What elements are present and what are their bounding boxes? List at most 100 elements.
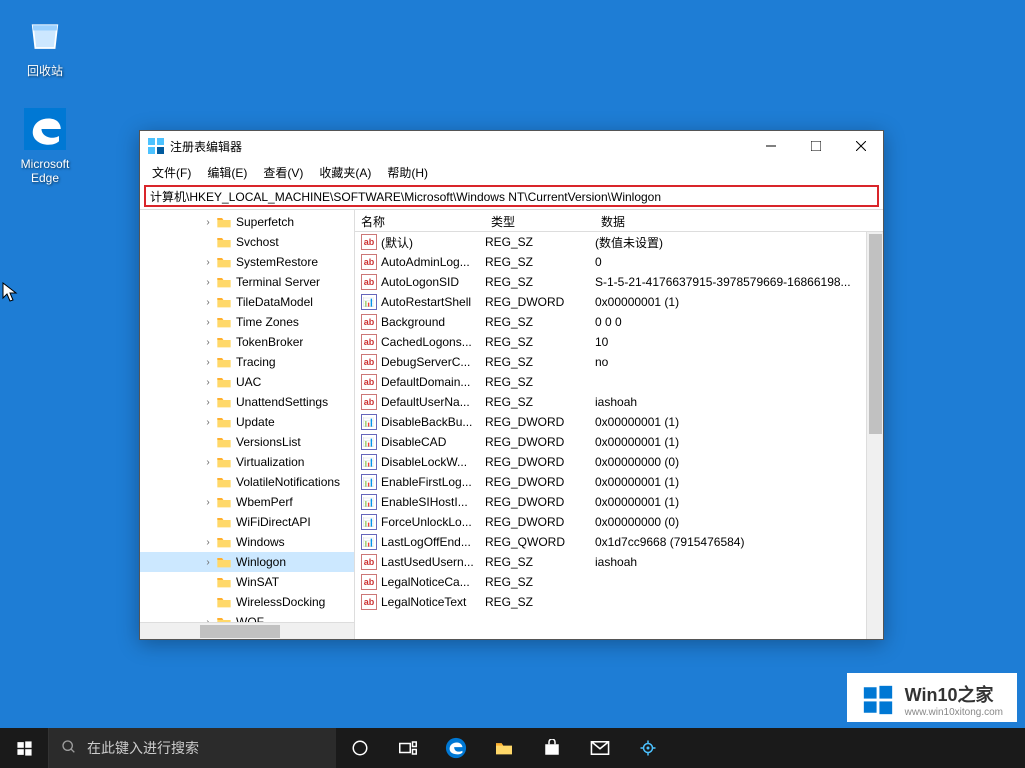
- value-row[interactable]: EnableSIHostI...REG_DWORD0x00000001 (1): [355, 492, 883, 512]
- taskbar-mail[interactable]: [576, 728, 624, 768]
- start-button[interactable]: [0, 728, 48, 768]
- menu-help[interactable]: 帮助(H): [379, 162, 436, 183]
- values-v-scrollbar[interactable]: [866, 232, 883, 639]
- value-row[interactable]: (默认)REG_SZ(数值未设置): [355, 232, 883, 252]
- value-row[interactable]: AutoLogonSIDREG_SZS-1-5-21-4176637915-39…: [355, 272, 883, 292]
- value-name: AutoLogonSID: [381, 275, 485, 289]
- value-type-icon: [361, 374, 377, 390]
- title-bar[interactable]: 注册表编辑器: [140, 131, 883, 161]
- expander-icon[interactable]: ›: [202, 457, 214, 468]
- taskbar-store[interactable]: [528, 728, 576, 768]
- task-view-button[interactable]: [384, 728, 432, 768]
- tree-node-superfetch[interactable]: ›Superfetch: [140, 212, 354, 232]
- tree-node-versionslist[interactable]: VersionsList: [140, 432, 354, 452]
- value-row[interactable]: DisableBackBu...REG_DWORD0x00000001 (1): [355, 412, 883, 432]
- tree-node-volatilenotifications[interactable]: VolatileNotifications: [140, 472, 354, 492]
- desktop[interactable]: 回收站 Microsoft Edge 注册表编辑器 文件(F) 编辑(E) 查看…: [0, 0, 1025, 768]
- expander-icon[interactable]: ›: [202, 377, 214, 388]
- folder-icon: [216, 395, 232, 409]
- expander-icon[interactable]: ›: [202, 297, 214, 308]
- address-bar[interactable]: 计算机\HKEY_LOCAL_MACHINE\SOFTWARE\Microsof…: [144, 185, 879, 207]
- menu-file[interactable]: 文件(F): [144, 162, 199, 183]
- value-row[interactable]: DefaultUserNa...REG_SZiashoah: [355, 392, 883, 412]
- tree-node-winsat[interactable]: WinSAT: [140, 572, 354, 592]
- tree-node-wirelessdocking[interactable]: WirelessDocking: [140, 592, 354, 612]
- folder-icon: [216, 215, 232, 229]
- expander-icon[interactable]: ›: [202, 557, 214, 568]
- menu-view[interactable]: 查看(V): [255, 162, 311, 183]
- taskbar-edge[interactable]: [432, 728, 480, 768]
- taskbar-explorer[interactable]: [480, 728, 528, 768]
- close-button[interactable]: [838, 131, 883, 161]
- taskbar-search[interactable]: 在此键入进行搜索: [48, 728, 336, 768]
- tree-node-label: Terminal Server: [236, 275, 320, 289]
- expander-icon[interactable]: ›: [202, 397, 214, 408]
- value-row[interactable]: CachedLogons...REG_SZ10: [355, 332, 883, 352]
- expander-icon[interactable]: ›: [202, 317, 214, 328]
- value-type: REG_DWORD: [485, 515, 595, 529]
- value-row[interactable]: DebugServerC...REG_SZno: [355, 352, 883, 372]
- value-row[interactable]: AutoAdminLog...REG_SZ0: [355, 252, 883, 272]
- col-type[interactable]: 类型: [485, 210, 595, 231]
- value-row[interactable]: EnableFirstLog...REG_DWORD0x00000001 (1): [355, 472, 883, 492]
- recycle-bin-icon[interactable]: 回收站: [8, 10, 82, 79]
- value-type-icon: [361, 494, 377, 510]
- tree-h-scrollbar[interactable]: [140, 622, 354, 639]
- values-pane[interactable]: 名称 类型 数据 (默认)REG_SZ(数值未设置)AutoAdminLog..…: [355, 210, 883, 639]
- tree-node-uac[interactable]: ›UAC: [140, 372, 354, 392]
- expander-icon[interactable]: ›: [202, 357, 214, 368]
- folder-icon: [216, 435, 232, 449]
- watermark-url: www.win10xitong.com: [905, 707, 1003, 718]
- value-row[interactable]: ForceUnlockLo...REG_DWORD0x00000000 (0): [355, 512, 883, 532]
- value-data: 0x00000000 (0): [595, 455, 883, 469]
- tree-node-systemrestore[interactable]: ›SystemRestore: [140, 252, 354, 272]
- value-row[interactable]: DisableCADREG_DWORD0x00000001 (1): [355, 432, 883, 452]
- value-row[interactable]: DefaultDomain...REG_SZ: [355, 372, 883, 392]
- tree-node-terminal server[interactable]: › Terminal Server: [140, 272, 354, 292]
- menu-favorites[interactable]: 收藏夹(A): [311, 162, 379, 183]
- cortana-button[interactable]: [336, 728, 384, 768]
- tree-node-update[interactable]: ›Update: [140, 412, 354, 432]
- value-row[interactable]: BackgroundREG_SZ0 0 0: [355, 312, 883, 332]
- taskbar-app[interactable]: [624, 728, 672, 768]
- col-data[interactable]: 数据: [595, 210, 883, 231]
- expander-icon[interactable]: ›: [202, 217, 214, 228]
- tree-pane[interactable]: ›SuperfetchSvchost›SystemRestore›Termina…: [140, 210, 355, 639]
- value-name: (默认): [381, 234, 485, 251]
- expander-icon[interactable]: ›: [202, 277, 214, 288]
- folder-icon: [216, 375, 232, 389]
- tree-node-tiledatamodel[interactable]: ›TileDataModel: [140, 292, 354, 312]
- tree-node-tokenbroker[interactable]: ›TokenBroker: [140, 332, 354, 352]
- menu-edit[interactable]: 编辑(E): [199, 162, 255, 183]
- tree-node-svchost[interactable]: Svchost: [140, 232, 354, 252]
- minimize-button[interactable]: [748, 131, 793, 161]
- value-type: REG_SZ: [485, 355, 595, 369]
- tree-node-wbemperf[interactable]: ›WbemPerf: [140, 492, 354, 512]
- tree-node-tracing[interactable]: ›Tracing: [140, 352, 354, 372]
- tree-node-label: Windows: [236, 535, 285, 549]
- tree-node-winlogon[interactable]: ›Winlogon: [140, 552, 354, 572]
- value-row[interactable]: LastLogOffEnd...REG_QWORD0x1d7cc9668 (79…: [355, 532, 883, 552]
- expander-icon[interactable]: ›: [202, 257, 214, 268]
- tree-node-virtualization[interactable]: ›Virtualization: [140, 452, 354, 472]
- maximize-button[interactable]: [793, 131, 838, 161]
- value-row[interactable]: DisableLockW...REG_DWORD0x00000000 (0): [355, 452, 883, 472]
- expander-icon[interactable]: ›: [202, 497, 214, 508]
- value-row[interactable]: LastUsedUsern...REG_SZiashoah: [355, 552, 883, 572]
- edge-icon[interactable]: Microsoft Edge: [8, 105, 82, 185]
- expander-icon[interactable]: ›: [202, 417, 214, 428]
- folder-icon: [216, 415, 232, 429]
- tree-node-wifidirectapi[interactable]: WiFiDirectAPI: [140, 512, 354, 532]
- col-name[interactable]: 名称: [355, 210, 485, 231]
- value-row[interactable]: LegalNoticeTextREG_SZ: [355, 592, 883, 612]
- values-v-scroll-thumb[interactable]: [869, 234, 882, 434]
- expander-icon[interactable]: ›: [202, 337, 214, 348]
- tree-h-scroll-thumb[interactable]: [200, 625, 280, 638]
- expander-icon[interactable]: ›: [202, 537, 214, 548]
- tree-node-windows[interactable]: › Windows: [140, 532, 354, 552]
- tree-node-unattendsettings[interactable]: ›UnattendSettings: [140, 392, 354, 412]
- value-row[interactable]: AutoRestartShellREG_DWORD0x00000001 (1): [355, 292, 883, 312]
- tree-node-time zones[interactable]: ›Time Zones: [140, 312, 354, 332]
- value-row[interactable]: LegalNoticeCa...REG_SZ: [355, 572, 883, 592]
- value-type: REG_SZ: [485, 555, 595, 569]
